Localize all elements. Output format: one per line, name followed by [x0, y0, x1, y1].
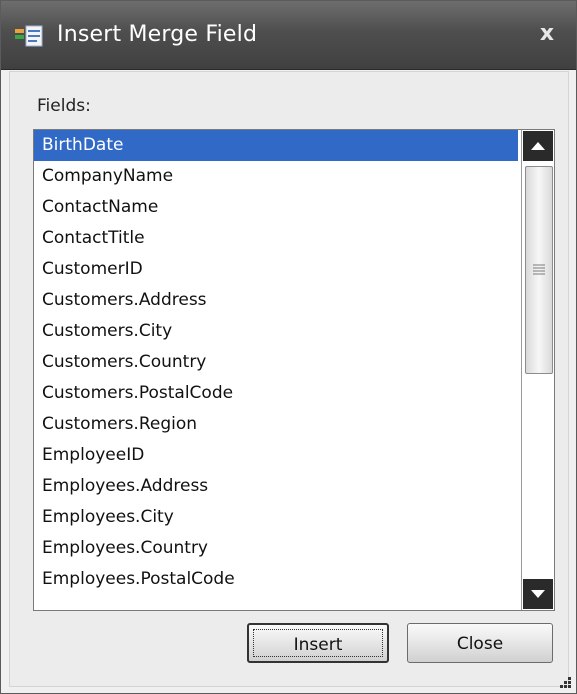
field-list-item[interactable]: Customers.PostalCode [34, 378, 518, 409]
close-button[interactable]: Close [407, 623, 553, 663]
dialog-title: Insert Merge Field [57, 22, 258, 47]
scroll-up-button[interactable] [523, 131, 553, 161]
close-button-label: Close [456, 634, 504, 654]
scroll-thumb[interactable] [525, 166, 553, 374]
insert-button-label: Insert [293, 635, 343, 655]
field-list-item[interactable]: Customers.Address [34, 285, 518, 316]
merge-field-icon [15, 25, 43, 47]
scroll-down-button[interactable] [523, 579, 553, 609]
grip-lines-icon [533, 264, 545, 275]
triangle-up-icon [531, 142, 545, 150]
field-list-item[interactable]: BirthDate [34, 130, 518, 161]
insert-button[interactable]: Insert [247, 623, 389, 663]
fields-listbox[interactable]: BirthDate CompanyName ContactName ContactTi… [33, 129, 555, 611]
resize-grip-icon[interactable] [556, 673, 572, 689]
fields-list: BirthDate CompanyName ContactName ContactTi… [34, 130, 518, 595]
title-bar[interactable]: Insert Merge Field x [1, 1, 576, 70]
close-icon[interactable]: x [532, 19, 562, 49]
insert-merge-field-dialog: Insert Merge Field x Fields: BirthDate Co… [0, 0, 577, 694]
field-list-item[interactable]: CustomerID [34, 254, 518, 285]
field-list-item[interactable]: Customers.City [34, 316, 518, 347]
field-list-item[interactable]: Employees.Country [34, 533, 518, 564]
field-list-item[interactable]: Employees.Address [34, 471, 518, 502]
field-list-item[interactable]: CompanyName [34, 161, 518, 192]
field-list-item[interactable]: Customers.Region [34, 409, 518, 440]
triangle-down-icon [531, 590, 545, 598]
field-list-item[interactable]: Customers.Country [34, 347, 518, 378]
vertical-scrollbar[interactable] [521, 130, 554, 610]
field-list-item[interactable]: ContactName [34, 192, 518, 223]
field-list-item[interactable]: EmployeeID [34, 440, 518, 471]
field-list-item[interactable]: Employees.PostalCode [34, 564, 518, 595]
field-list-item[interactable]: ContactTitle [34, 223, 518, 254]
fields-label: Fields: [37, 96, 91, 116]
field-list-item[interactable]: Employees.City [34, 502, 518, 533]
